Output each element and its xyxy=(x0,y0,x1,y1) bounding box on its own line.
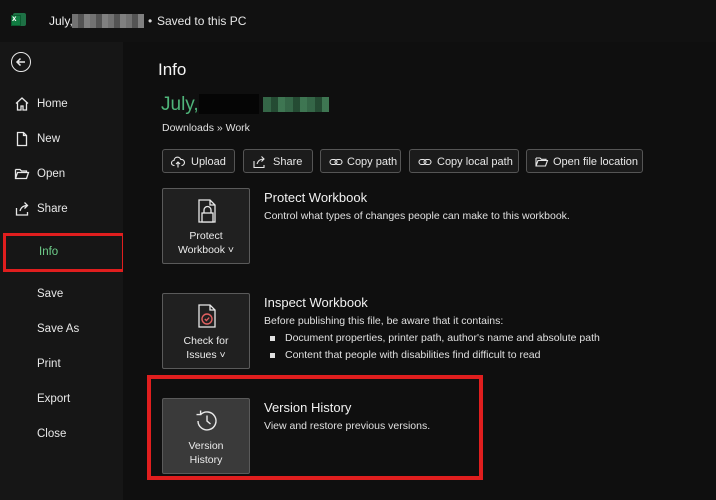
inspect-document-icon xyxy=(193,302,221,330)
nav-item-label: Export xyxy=(37,393,71,405)
button-label: Share xyxy=(273,156,303,168)
nav-item-label: Home xyxy=(37,98,68,110)
title-separator: • xyxy=(148,14,153,28)
breadcrumb: Downloads » Work xyxy=(162,122,250,134)
nav-item-label: Print xyxy=(37,358,61,370)
page-title: Info xyxy=(158,60,187,79)
redacted-filename xyxy=(263,97,329,112)
nav-item-label: Open xyxy=(37,168,66,180)
nav-item-label: Save xyxy=(37,288,64,300)
button-label: Copy path xyxy=(347,156,398,168)
check-for-issues-button[interactable]: Check for Issues ˅ xyxy=(162,293,250,369)
nav-item-share[interactable]: Share xyxy=(0,195,123,225)
section-description: View and restore previous versions. xyxy=(264,420,431,432)
redacted-filename xyxy=(199,94,259,114)
nav-item-save-as[interactable]: Save As xyxy=(0,315,123,345)
nav-item-label: Share xyxy=(37,203,68,215)
nav-item-label: Close xyxy=(37,428,67,440)
share-icon xyxy=(14,201,30,217)
button-label: Upload xyxy=(191,156,226,168)
link-icon xyxy=(329,155,343,169)
excel-logo-icon: x xyxy=(11,13,26,26)
section-title: Version History xyxy=(264,400,352,415)
protect-workbook-button[interactable]: Protect Workbook ˅ xyxy=(162,188,250,264)
open-file-location-button[interactable]: Open file location xyxy=(526,149,643,173)
section-description: Control what types of changes people can… xyxy=(264,210,570,222)
nav-item-home[interactable]: Home xyxy=(0,90,123,120)
version-history-button[interactable]: Version History xyxy=(162,398,250,474)
section-title: Protect Workbook xyxy=(264,190,368,205)
button-label: Copy local path xyxy=(437,156,513,168)
nav-item-save[interactable]: Save xyxy=(0,280,123,310)
copy-local-path-button[interactable]: Copy local path xyxy=(409,149,519,173)
home-icon xyxy=(14,96,30,112)
upload-cloud-icon xyxy=(170,155,185,169)
nav-item-new[interactable]: New xyxy=(0,125,123,155)
button-label: Check for xyxy=(183,335,229,347)
back-arrow-icon[interactable] xyxy=(11,52,31,72)
document-name: July, xyxy=(161,94,199,115)
nav-item-info[interactable]: Info xyxy=(3,233,125,272)
share-button[interactable]: Share xyxy=(243,149,313,173)
section-title: Inspect Workbook xyxy=(264,295,368,310)
redacted-filename xyxy=(72,14,144,28)
button-label: Workbook ˅ xyxy=(177,244,235,256)
folder-open-icon xyxy=(535,155,549,169)
section-description: Before publishing this file, be aware th… xyxy=(264,315,504,327)
nav-item-label: Save As xyxy=(37,323,80,335)
nav-item-label: Info xyxy=(39,246,59,258)
upload-button[interactable]: Upload xyxy=(162,149,235,173)
folder-open-icon xyxy=(14,166,30,182)
nav-item-open[interactable]: Open xyxy=(0,160,123,190)
new-document-icon xyxy=(14,131,30,147)
nav-item-label: New xyxy=(37,133,61,145)
info-pane: Info July, Downloads » Work Upload Share… xyxy=(123,42,716,500)
nav-item-close[interactable]: Close xyxy=(0,420,123,450)
copy-path-button[interactable]: Copy path xyxy=(320,149,401,173)
link-icon xyxy=(418,155,432,169)
nav-item-export[interactable]: Export xyxy=(0,385,123,415)
button-label: Issues ˅ xyxy=(186,349,226,361)
button-label: Open file location xyxy=(553,156,638,168)
share-icon xyxy=(252,155,266,169)
window-title-doc-name: July, xyxy=(49,14,73,28)
title-bar: x July, • Saved to this PC xyxy=(0,0,716,42)
nav-item-print[interactable]: Print xyxy=(0,350,123,380)
button-label: Protect xyxy=(189,230,223,242)
save-status: Saved to this PC xyxy=(157,14,247,28)
history-clock-icon xyxy=(193,407,221,435)
button-label: Version xyxy=(188,440,224,452)
lock-document-icon xyxy=(193,197,221,225)
button-label: History xyxy=(189,454,223,466)
backstage-nav: Home New Open Share Info Save Save As Pr… xyxy=(0,42,125,500)
